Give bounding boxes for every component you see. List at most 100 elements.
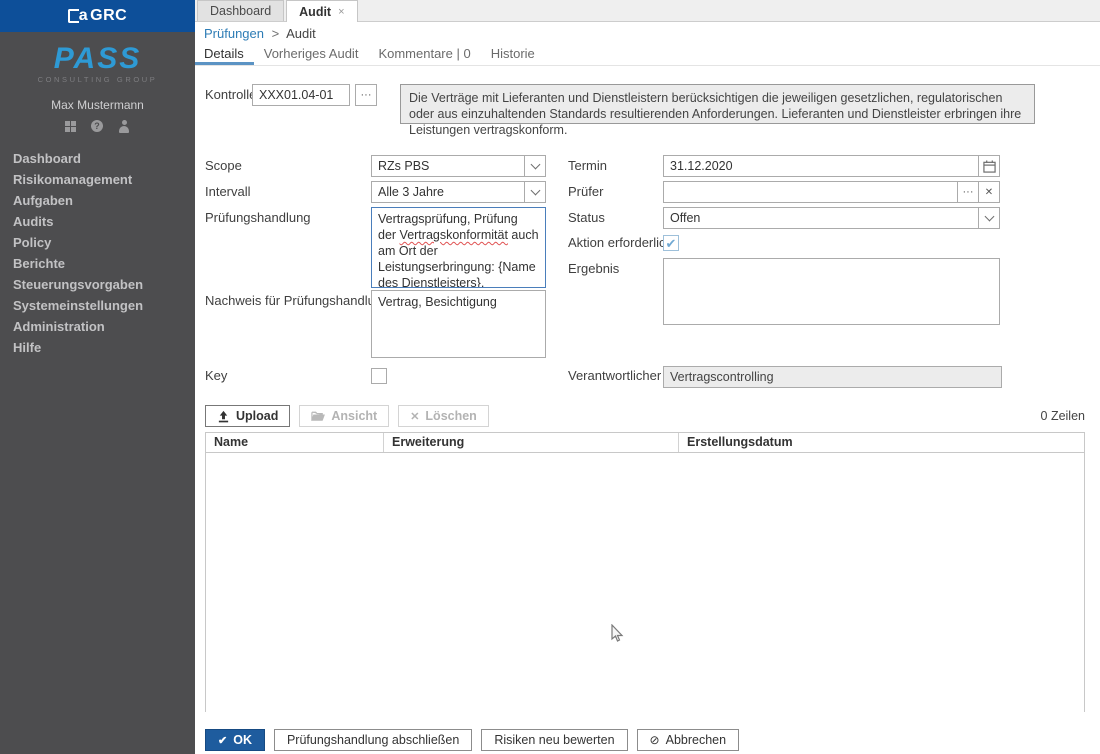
risiken-neu-bewerten-button[interactable]: Risiken neu bewerten: [481, 729, 627, 751]
abbrechen-button-label: Abbrechen: [666, 733, 726, 747]
status-value: Offen: [664, 208, 978, 228]
pruefer-browse-button[interactable]: ···: [957, 182, 978, 202]
verantwortlicher-field: Vertragscontrolling: [663, 366, 1002, 388]
intervall-dropdown[interactable]: Alle 3 Jahre: [371, 181, 546, 203]
sidebar-item-systemeinstellungen[interactable]: Systemeinstellungen: [0, 295, 195, 316]
status-dropdown[interactable]: Offen: [663, 207, 1000, 229]
aktion-erforderlich-label: Aktion erforderlich: [568, 232, 673, 254]
termin-input[interactable]: [664, 156, 978, 176]
nachweis-textarea[interactable]: Vertrag, Besichtigung: [371, 290, 546, 358]
key-label: Key: [205, 365, 227, 387]
sidebar-item-aufgaben[interactable]: Aufgaben: [0, 190, 195, 211]
folder-open-icon: [311, 410, 325, 422]
tab-audit[interactable]: Audit ×: [286, 0, 357, 22]
pruefungshandlung-abschliessen-button[interactable]: Prüfungshandlung abschließen: [274, 729, 472, 751]
subtab-historie[interactable]: Historie: [481, 45, 545, 65]
kontrolle-description: Die Verträge mit Lieferanten und Dienstl…: [400, 84, 1035, 124]
status-label: Status: [568, 207, 605, 229]
pass-logo: PASS CONSULTING GROUP: [0, 44, 195, 84]
cancel-circle-icon: ⊘: [650, 733, 660, 747]
tab-audit-label: Audit: [299, 2, 331, 22]
sidebar-item-hilfe[interactable]: Hilfe: [0, 337, 195, 358]
subtab-bar: Details Vorheriges Audit Kommentare | 0 …: [195, 45, 1100, 66]
sidebar-item-dashboard[interactable]: Dashboard: [0, 148, 195, 169]
abschliessen-button-label: Prüfungshandlung abschließen: [287, 733, 459, 747]
checkmark-icon: ✔: [666, 237, 677, 250]
intervall-value: Alle 3 Jahre: [372, 182, 524, 202]
intervall-chevron-button[interactable]: [524, 182, 545, 202]
calendar-icon: [983, 160, 996, 173]
scope-dropdown[interactable]: RZs PBS: [371, 155, 546, 177]
sidebar-item-administration[interactable]: Administration: [0, 316, 195, 337]
pruefungshandlung-label: Prüfungshandlung: [205, 207, 311, 229]
upload-button-label: Upload: [236, 409, 278, 423]
attachments-table: Name Erweiterung Erstellungsdatum: [205, 432, 1085, 712]
loeschen-button-label: Löschen: [425, 409, 476, 423]
sidebar-item-audits[interactable]: Audits: [0, 211, 195, 232]
agrc-logo: aGRC: [0, 0, 195, 32]
current-user-name: Max Mustermann: [0, 98, 195, 112]
subtab-vorheriges-audit[interactable]: Vorheriges Audit: [254, 45, 369, 65]
kontrolle-input[interactable]: [253, 85, 349, 105]
column-header-erweiterung[interactable]: Erweiterung: [384, 433, 679, 452]
loeschen-button: ✕ Löschen: [398, 405, 489, 427]
tab-dashboard[interactable]: Dashboard: [197, 0, 284, 21]
verantwortlicher-label: Verantwortlicher: [568, 365, 661, 387]
status-chevron-button[interactable]: [978, 208, 999, 228]
app-window: aGRC PASS CONSULTING GROUP Max Musterman…: [0, 0, 1100, 754]
attachments-table-body: [206, 453, 1084, 712]
row-count: 0 Zeilen: [1041, 405, 1085, 427]
sidebar-item-steuerungsvorgaben[interactable]: Steuerungsvorgaben: [0, 274, 195, 295]
agrc-bracket-icon: [68, 9, 79, 23]
breadcrumb-pruefungen-link[interactable]: Prüfungen: [204, 26, 264, 41]
ansicht-button: Ansicht: [299, 405, 389, 427]
pass-logo-text: PASS: [0, 44, 195, 74]
breadcrumb-current: Audit: [286, 26, 316, 41]
main-content: Dashboard Audit × Prüfungen > Audit Deta…: [195, 0, 1100, 754]
sidebar-item-risikomanagement[interactable]: Risikomanagement: [0, 169, 195, 190]
help-icon[interactable]: ?: [91, 120, 103, 132]
delete-x-icon: ✕: [410, 410, 419, 423]
sidebar-menu: Dashboard Risikomanagement Aufgaben Audi…: [0, 148, 195, 358]
agrc-logo-text: GRC: [90, 7, 127, 25]
subtab-kommentare[interactable]: Kommentare | 0: [368, 45, 480, 65]
apps-grid-icon[interactable]: [65, 121, 76, 132]
ok-button-label: OK: [233, 733, 252, 747]
scope-chevron-button[interactable]: [524, 156, 545, 176]
intervall-label: Intervall: [205, 181, 251, 203]
kontrolle-label: Kontrolle: [205, 84, 256, 106]
upload-button[interactable]: Upload: [205, 405, 290, 427]
subtab-details[interactable]: Details: [195, 45, 254, 65]
termin-calendar-button[interactable]: [978, 156, 999, 176]
pass-logo-subtitle: CONSULTING GROUP: [0, 75, 195, 84]
scope-label: Scope: [205, 155, 242, 177]
user-icon[interactable]: [118, 120, 130, 133]
tab-close-icon[interactable]: ×: [338, 2, 344, 22]
abbrechen-button[interactable]: ⊘ Abbrechen: [637, 729, 740, 751]
sidebar-item-berichte[interactable]: Berichte: [0, 253, 195, 274]
attachments-table-header: Name Erweiterung Erstellungsdatum: [206, 433, 1084, 453]
key-checkbox[interactable]: [371, 368, 387, 384]
kontrolle-browse-button[interactable]: ···: [355, 84, 377, 106]
upload-icon: [217, 410, 230, 423]
column-header-erstellungsdatum[interactable]: Erstellungsdatum: [679, 433, 1084, 452]
pruefungshandlung-textarea[interactable]: Vertragsprüfung, Prüfung der Vertragskon…: [371, 207, 546, 288]
ok-button[interactable]: ✔ OK: [205, 729, 265, 751]
chevron-down-icon: [530, 185, 540, 195]
ergebnis-textarea[interactable]: [663, 258, 1000, 325]
aktion-erforderlich-checkbox[interactable]: ✔: [663, 235, 679, 251]
kontrolle-field: [252, 84, 350, 106]
pruefer-clear-button[interactable]: ✕: [978, 182, 999, 202]
footer-actions: ✔ OK Prüfungshandlung abschließen Risike…: [205, 729, 739, 751]
pruefer-field: ··· ✕: [663, 181, 1000, 203]
tab-bar: Dashboard Audit ×: [195, 0, 1100, 22]
sidebar-item-policy[interactable]: Policy: [0, 232, 195, 253]
termin-field: [663, 155, 1000, 177]
breadcrumb-separator: >: [272, 26, 280, 41]
chevron-down-icon: [530, 159, 540, 169]
attachments-toolbar: Upload Ansicht ✕ Löschen: [205, 405, 489, 427]
column-header-name[interactable]: Name: [206, 433, 384, 452]
ergebnis-label: Ergebnis: [568, 258, 619, 280]
agrc-logo-prefix: a: [79, 7, 88, 25]
pruefer-input[interactable]: [664, 182, 957, 202]
